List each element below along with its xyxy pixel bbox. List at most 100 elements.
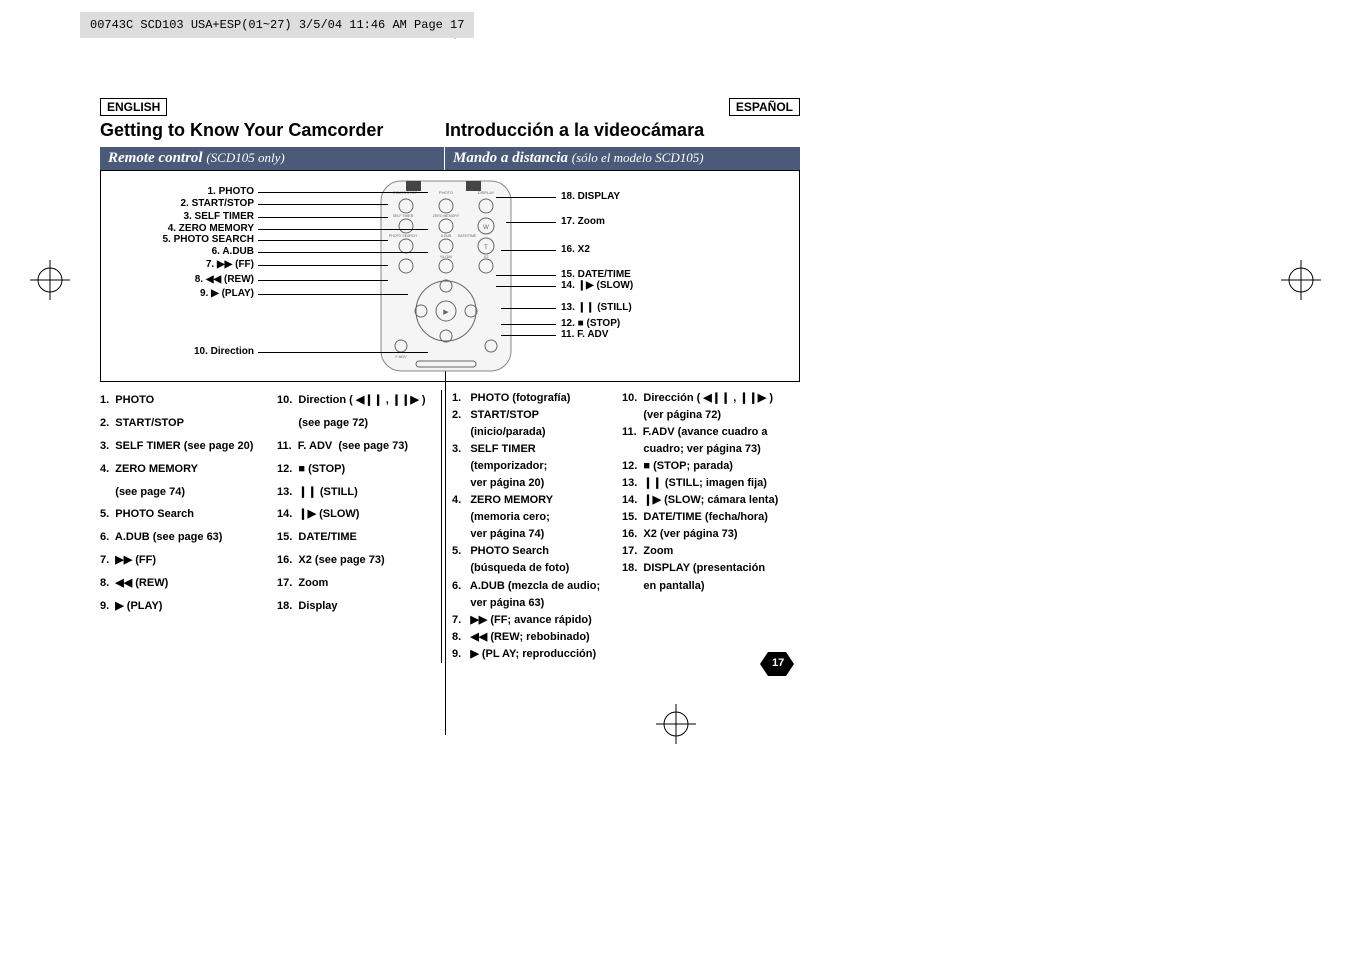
list-item: ver página 20) — [452, 475, 622, 492]
list-item: 9. ▶ (PL AY; reproducción) — [452, 646, 622, 663]
list-item: ver página 74) — [452, 526, 622, 543]
leader-line — [501, 250, 556, 251]
leader-line — [496, 286, 556, 287]
leader-line — [258, 252, 428, 253]
page-number-badge: 17 — [760, 652, 794, 681]
diagram-label-fadv: 11. F. ADV — [561, 329, 716, 340]
list-spanish-a: 1. PHOTO (fotografía)2. START/STOP (inic… — [442, 390, 622, 663]
leader-line — [506, 222, 556, 223]
list-item: 10. Direction ( ◀❙❙ , ❙❙▶ ) — [277, 390, 433, 411]
page-content: ENGLISH ESPAÑOL Getting to Know Your Cam… — [100, 98, 800, 663]
list-item: 16. X2 (ver página 73) — [622, 526, 797, 543]
list-item: 4. ZERO MEMORY — [100, 459, 277, 480]
remote-control-illustration: START/STOP PHOTO DISPLAY W SELF TIMER ZE… — [361, 176, 561, 376]
registration-mark-bottom — [656, 704, 696, 744]
diagram-label-play: 9. ▶ (PLAY) — [99, 288, 254, 299]
list-item: 17. Zoom — [622, 543, 797, 560]
list-item: 6. A.DUB (see page 63) — [100, 527, 277, 548]
page-number: 17 — [772, 657, 784, 669]
diagram-label-zero-memory: 4. ZERO MEMORY — [99, 223, 254, 234]
leader-line — [258, 204, 388, 205]
list-item: 13. ❙❙ (STILL) — [277, 482, 433, 503]
section-heading-english: Remote control (SCD105 only) — [100, 147, 445, 170]
diagram-label-adub: 6. A.DUB — [99, 246, 254, 257]
leader-line — [258, 265, 388, 266]
list-item: 11. F.ADV (avance cuadro a — [622, 424, 797, 441]
list-item: 4. ZERO MEMORY — [452, 492, 622, 509]
diagram-label-x2: 16. X2 — [561, 244, 716, 255]
svg-text:W: W — [483, 225, 489, 231]
list-item: en pantalla) — [622, 578, 797, 595]
list-english-b: 10. Direction ( ◀❙❙ , ❙❙▶ ) (see page 72… — [277, 390, 442, 663]
section-heading-spanish: Mando a distancia (sólo el modelo SCD105… — [445, 147, 800, 170]
list-item: 14. ❙▶ (SLOW) — [277, 504, 433, 525]
leader-line — [501, 308, 556, 309]
svg-text:ZERO MEMORY: ZERO MEMORY — [433, 214, 460, 218]
list-spanish-b: 10. Dirección ( ◀❙❙ , ❙❙▶ ) (ver página … — [622, 390, 797, 663]
diagram-label-start-stop: 2. START/STOP — [99, 198, 254, 209]
leader-line — [258, 294, 408, 295]
svg-text:A.DUB: A.DUB — [441, 234, 452, 238]
list-item: (memoria cero; — [452, 509, 622, 526]
svg-text:PHOTO: PHOTO — [439, 190, 453, 195]
list-item: 10. Dirección ( ◀❙❙ , ❙❙▶ ) — [622, 390, 797, 407]
list-item: 11. F. ADV (see page 73) — [277, 436, 433, 457]
registration-mark-left — [30, 260, 70, 300]
list-item: 15. DATE/TIME (fecha/hora) — [622, 509, 797, 526]
list-item: 5. PHOTO Search — [100, 504, 277, 525]
diagram-label-ff: 7. ▶▶ (FF) — [99, 259, 254, 270]
svg-text:X2: X2 — [484, 254, 490, 259]
leader-line — [501, 335, 556, 336]
svg-text:SELF TIMER: SELF TIMER — [393, 214, 414, 218]
list-item: cuadro; ver página 73) — [622, 441, 797, 458]
diagram-label-stop: 12. ■ (STOP) — [561, 318, 716, 329]
leader-line — [258, 240, 388, 241]
list-item: 8. ◀◀ (REW; rebobinado) — [452, 629, 622, 646]
list-item: 12. ■ (STOP; parada) — [622, 458, 797, 475]
leader-line — [258, 352, 428, 353]
list-item: (see page 74) — [100, 482, 277, 503]
list-item: ver página 63) — [452, 595, 622, 612]
svg-text:▶: ▶ — [443, 309, 449, 316]
list-item: 3. SELF TIMER — [452, 441, 622, 458]
page-title-english: Getting to Know Your Camcorder — [100, 120, 445, 141]
diagram-label-display: 18. DISPLAY — [561, 191, 716, 202]
list-item: 15. DATE/TIME — [277, 527, 433, 548]
list-item: (temporizador; — [452, 458, 622, 475]
registration-mark-right — [1281, 260, 1321, 300]
svg-text:DISPLAY: DISPLAY — [478, 190, 495, 195]
list-item: 2. START/STOP — [452, 407, 622, 424]
leader-line — [258, 217, 388, 218]
list-item: 18. DISPLAY (presentación — [622, 560, 797, 577]
svg-text:SLOW: SLOW — [440, 254, 452, 259]
list-item: 13. ❙❙ (STILL; imagen fija) — [622, 475, 797, 492]
list-item: 17. Zoom — [277, 573, 433, 594]
diagram-label-zoom: 17. Zoom — [561, 216, 716, 227]
leader-line — [496, 197, 556, 198]
list-item: 7. ▶▶ (FF; avance rápido) — [452, 612, 622, 629]
leader-line — [501, 324, 556, 325]
diagram-label-still: 13. ❙❙ (STILL) — [561, 302, 716, 313]
list-item: 7. ▶▶ (FF) — [100, 550, 277, 571]
list-item: (ver página 72) — [622, 407, 797, 424]
leader-line — [496, 275, 556, 276]
leader-line — [258, 192, 428, 193]
diagram-label-datetime: 15. DATE/TIME — [561, 269, 716, 280]
language-box-spanish: ESPAÑOL — [729, 98, 800, 116]
list-item: 1. PHOTO (fotografía) — [452, 390, 622, 407]
diagram-label-rew: 8. ◀◀ (REW) — [99, 274, 254, 285]
list-item: (see page 72) — [277, 413, 433, 434]
svg-text:PHOTO SEARCH: PHOTO SEARCH — [389, 234, 417, 238]
list-item: 14. ❙▶ (SLOW; cámara lenta) — [622, 492, 797, 509]
list-item: 5. PHOTO Search — [452, 543, 622, 560]
diagram-label-direction: 10. Direction — [99, 346, 254, 357]
list-item: 3. SELF TIMER (see page 20) — [100, 436, 277, 457]
list-item: 1. PHOTO — [100, 390, 277, 411]
diagram-label-slow: 14. ❙▶ (SLOW) — [561, 280, 716, 291]
svg-text:DATE/TIME: DATE/TIME — [458, 234, 477, 238]
list-item: 16. X2 (see page 73) — [277, 550, 433, 571]
list-item: (búsqueda de foto) — [452, 560, 622, 577]
list-item: 9. ▶ (PLAY) — [100, 596, 277, 617]
list-item: 12. ■ (STOP) — [277, 459, 433, 480]
list-english-a: 1. PHOTO2. START/STOP3. SELF TIMER (see … — [100, 390, 277, 663]
